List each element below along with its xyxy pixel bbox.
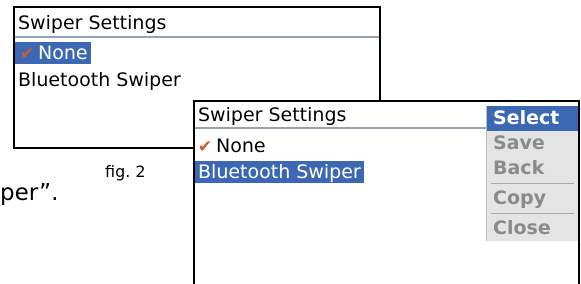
option-label: Bluetooth Swiper (18, 69, 181, 91)
checkmark-icon: ✔ (197, 137, 213, 157)
menu-item-back[interactable]: Back (487, 156, 578, 181)
menu-item-close[interactable]: Close (487, 216, 578, 241)
option-bluetooth-swiper[interactable]: Bluetooth Swiper (15, 68, 181, 92)
menu-item-save[interactable]: Save (487, 131, 578, 156)
context-menu: Select Save Back Copy Close (486, 106, 578, 241)
screen-title: Swiper Settings (15, 8, 379, 38)
selection-highlight: Bluetooth Swiper (195, 161, 364, 183)
option-label: None (216, 135, 266, 157)
selection-highlight: ✔ None (15, 42, 91, 64)
option-none[interactable]: ✔ None (15, 41, 91, 65)
menu-separator (491, 213, 574, 214)
option-label: None (38, 42, 88, 64)
checkmark-icon: ✔ (19, 44, 35, 64)
figure-caption: fig. 2 (105, 162, 146, 181)
option-label: Bluetooth Swiper (198, 161, 361, 183)
option-none[interactable]: ✔ None (195, 134, 266, 158)
background-text: per”. (0, 180, 59, 206)
swiper-settings-screen-2: Swiper Settings ✔ None Bluetooth Swiper S… (193, 100, 580, 284)
option-bluetooth-swiper[interactable]: Bluetooth Swiper (195, 160, 364, 184)
menu-item-copy[interactable]: Copy (487, 186, 578, 211)
menu-separator (491, 183, 574, 184)
menu-item-select[interactable]: Select (487, 106, 578, 131)
